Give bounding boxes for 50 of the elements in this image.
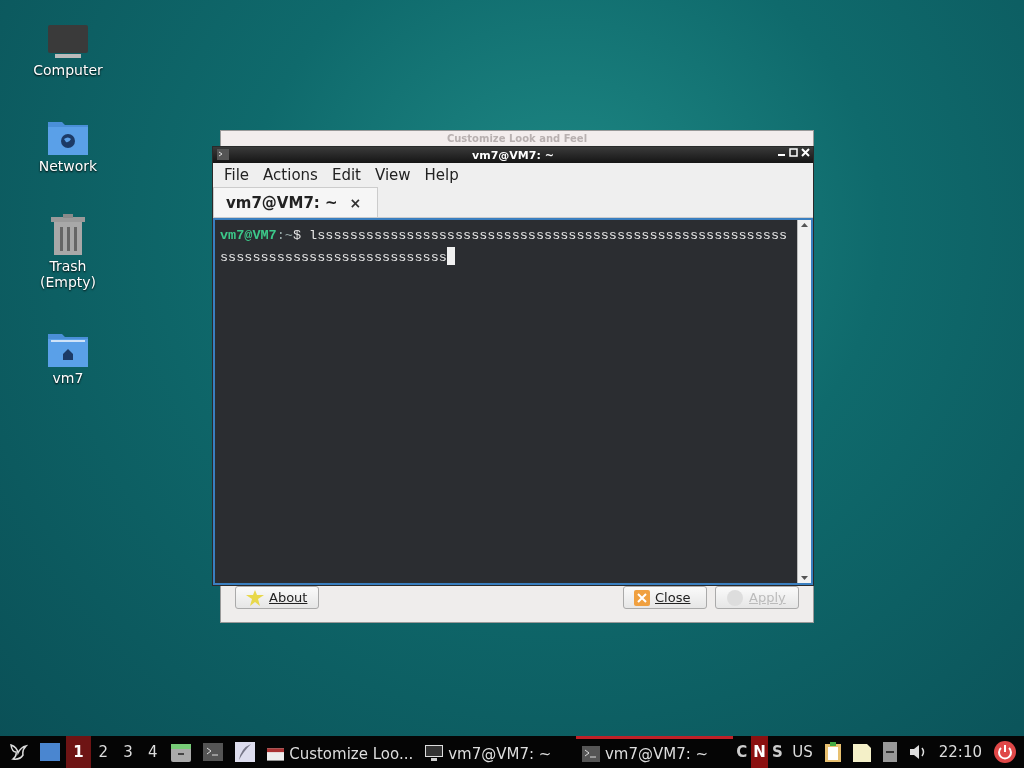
- quill-icon[interactable]: [235, 742, 256, 762]
- text-cursor: [446, 247, 455, 265]
- menu-item[interactable]: View: [367, 166, 418, 184]
- dialog-button[interactable]: About: [235, 586, 319, 609]
- status-indicator: C: [735, 742, 749, 763]
- clock[interactable]: 22:10: [932, 743, 988, 761]
- icon-label: Computer: [33, 62, 103, 78]
- terminal-line: vm7@VM7:~$ lssssssssssssssssssssssssssssssssssssssssssssssssssssssssssssssssssssssssssssssssssssss: [220, 227, 789, 267]
- window-icon: [267, 745, 285, 762]
- scroll-down-icon[interactable]: [798, 573, 811, 583]
- workspace-button[interactable]: 2: [90, 736, 116, 768]
- menu-item[interactable]: Edit: [324, 166, 368, 184]
- volume-icon[interactable]: [908, 744, 927, 760]
- monitor-icon: [425, 745, 444, 762]
- workspace-button[interactable]: 4: [140, 736, 166, 768]
- workspace-button[interactable]: 1: [66, 736, 91, 768]
- dialog-button[interactable]: Close: [623, 586, 707, 609]
- window-title: Customize Look and Feel: [446, 132, 588, 144]
- menu-item[interactable]: Actions: [256, 166, 325, 184]
- menu-icon[interactable]: [8, 742, 28, 762]
- clipboard-icon[interactable]: [824, 742, 841, 762]
- close-icon: [634, 589, 650, 606]
- star-icon: [246, 589, 264, 606]
- icon-label: Network: [38, 158, 98, 174]
- keyboard-layout[interactable]: US: [786, 743, 819, 761]
- icon-label: vm7: [52, 370, 84, 386]
- status-indicator: S: [770, 742, 784, 763]
- terminal-icon: [581, 745, 600, 762]
- scroll-up-icon[interactable]: [798, 220, 811, 230]
- workspace-button[interactable]: 3: [115, 736, 141, 768]
- close-tab-icon[interactable]: ×: [349, 194, 362, 211]
- icon-label: Trash (Empty): [39, 258, 97, 290]
- maximize-icon[interactable]: [789, 148, 798, 157]
- window-title: vm7@VM7: ~: [472, 148, 554, 162]
- notes-icon[interactable]: [852, 742, 871, 762]
- trash-icon[interactable]: [50, 214, 86, 256]
- drive-icon[interactable]: [882, 742, 897, 762]
- menu-item[interactable]: File: [217, 166, 257, 184]
- terminal-icon[interactable]: [203, 743, 224, 761]
- taskbar-task[interactable]: vm7@VM7: ~: [419, 736, 576, 768]
- file-cabinet-icon[interactable]: [171, 742, 192, 762]
- terminal-tab[interactable]: vm7@VM7: ~ ×: [213, 187, 379, 217]
- status-indicator: N: [750, 736, 769, 768]
- power-icon[interactable]: [994, 741, 1016, 763]
- monitor-icon[interactable]: [47, 24, 89, 60]
- close-icon[interactable]: [801, 148, 810, 157]
- taskbar-task[interactable]: vm7@VM7: ~: [575, 736, 733, 768]
- terminal-icon[interactable]: [217, 149, 229, 160]
- taskbar-task[interactable]: Customize Loo...: [261, 736, 420, 768]
- menu-item[interactable]: Help: [417, 166, 466, 184]
